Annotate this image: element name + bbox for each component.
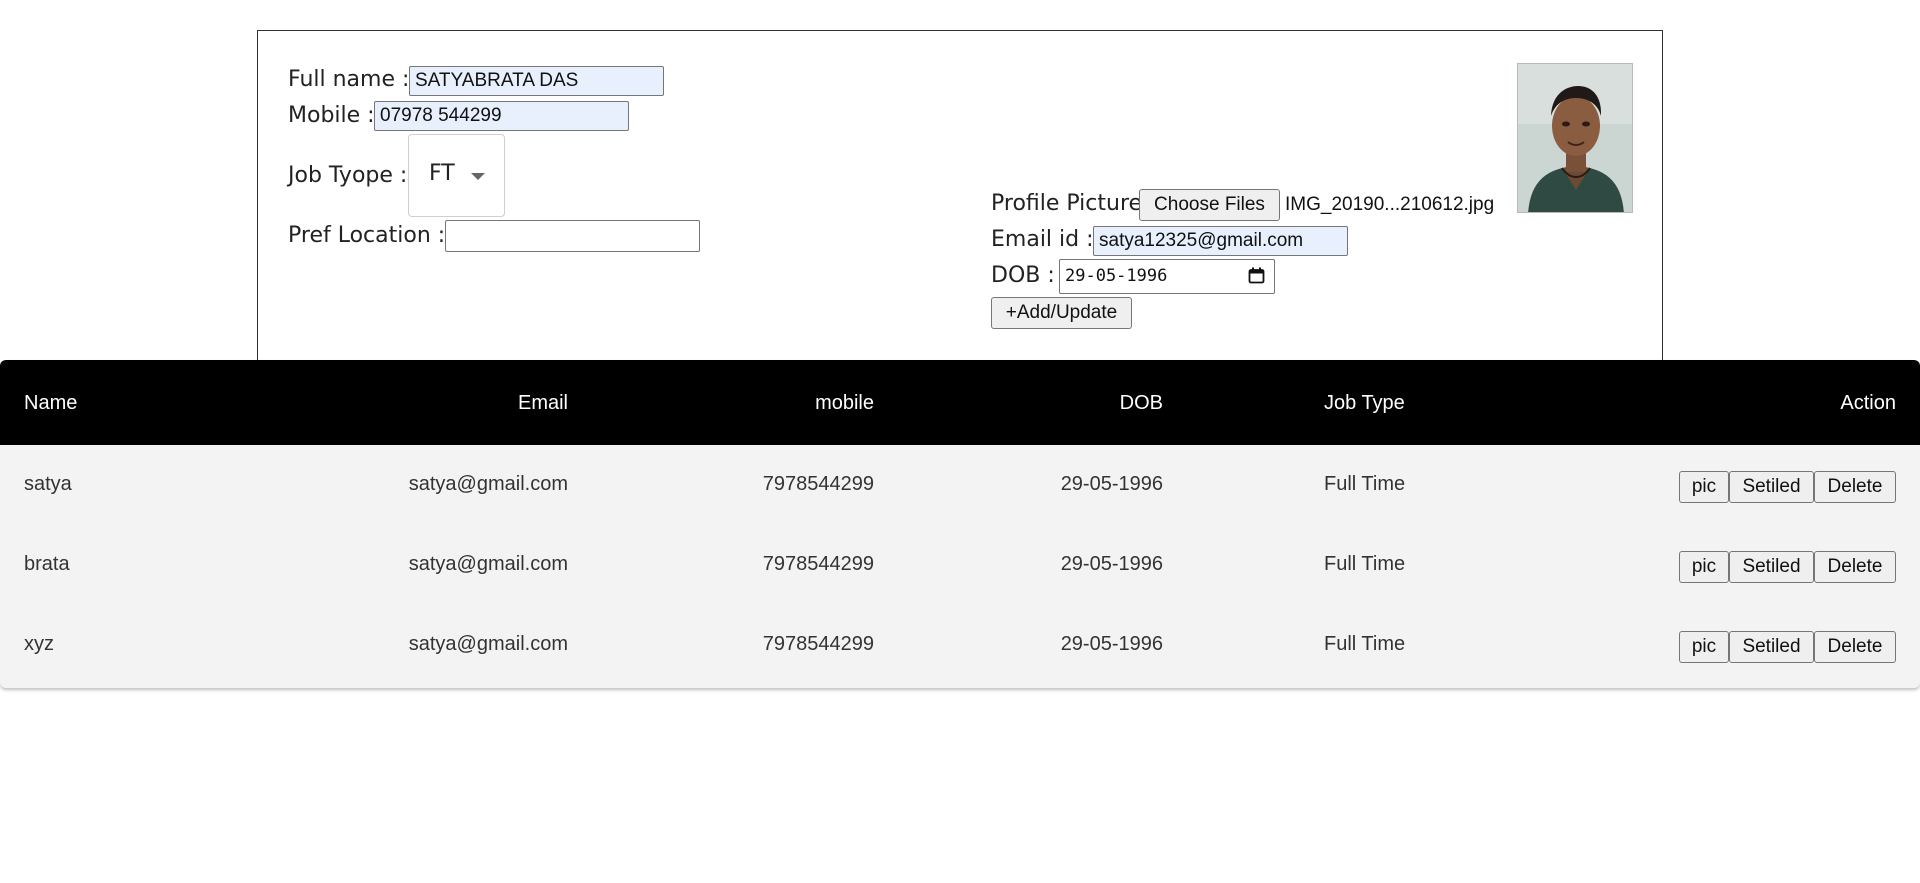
settled-button[interactable]: Setiled	[1729, 471, 1814, 503]
job-type-select[interactable]: FT	[408, 134, 505, 217]
cell-job-type: Full Time	[1324, 633, 1406, 655]
cell-email: satya@gmail.com	[408, 473, 568, 495]
cell-dob: 29-05-1996	[1060, 553, 1163, 575]
cell-name: brata	[24, 553, 70, 575]
employee-form: Full name : SATYABRATA DAS Mobile : 0797…	[257, 30, 1663, 362]
table-row: satya satya@gmail.com 7978544299 29-05-1…	[0, 445, 1920, 525]
delete-button[interactable]: Delete	[1814, 471, 1896, 503]
job-type-label: Job Tyope :	[288, 163, 408, 188]
cell-mobile: 7978544299	[762, 553, 874, 575]
header-job-type: Job Type	[1324, 392, 1405, 414]
cell-email: satya@gmail.com	[408, 633, 568, 655]
pic-button[interactable]: pic	[1679, 471, 1729, 503]
cell-job-type: Full Time	[1324, 553, 1406, 575]
chevron-down-icon	[471, 173, 485, 180]
calendar-icon[interactable]	[1248, 267, 1265, 284]
cell-job-type: Full Time	[1324, 473, 1406, 495]
pic-button[interactable]: pic	[1679, 631, 1729, 663]
cell-dob: 29-05-1996	[1060, 473, 1163, 495]
profile-picture-preview	[1517, 63, 1633, 213]
header-email: Email	[517, 392, 568, 414]
cell-name: xyz	[24, 633, 54, 655]
dob-label: DOB :	[991, 263, 1055, 288]
pic-button[interactable]: pic	[1679, 551, 1729, 583]
delete-button[interactable]: Delete	[1814, 631, 1896, 663]
email-label: Email id :	[991, 227, 1094, 252]
choose-files-button[interactable]: Choose Files	[1139, 189, 1280, 221]
profile-photo-image	[1518, 64, 1632, 212]
delete-button[interactable]: Delete	[1814, 551, 1896, 583]
dob-value: 29-05-1996	[1065, 266, 1168, 286]
pref-location-input[interactable]	[445, 220, 700, 252]
cell-email: satya@gmail.com	[408, 553, 568, 575]
cell-name: satya	[24, 473, 72, 495]
full-name-input[interactable]: SATYABRATA DAS	[409, 66, 664, 96]
header-mobile: mobile	[815, 392, 874, 414]
profile-picture-label: Profile Picture	[991, 191, 1143, 216]
mobile-label: Mobile :	[288, 103, 375, 128]
dob-input[interactable]: 29-05-1996	[1059, 259, 1275, 294]
selected-file-name: IMG_20190...210612.jpg	[1285, 194, 1495, 215]
cell-dob: 29-05-1996	[1060, 633, 1163, 655]
header-action: Action	[1840, 392, 1896, 414]
pref-location-label: Pref Location :	[288, 223, 446, 248]
email-input[interactable]: satya12325@gmail.com	[1093, 226, 1348, 256]
table-row: xyz satya@gmail.com 7978544299 29-05-199…	[0, 605, 1920, 685]
table-row: brata satya@gmail.com 7978544299 29-05-1…	[0, 525, 1920, 605]
header-dob: DOB	[1119, 392, 1163, 414]
cell-mobile: 7978544299	[762, 473, 874, 495]
table-header: Name Email mobile DOB Job Type Action	[0, 360, 1920, 445]
settled-button[interactable]: Setiled	[1729, 551, 1814, 583]
add-update-button[interactable]: +Add/Update	[991, 297, 1132, 329]
employee-table: Name Email mobile DOB Job Type Action sa…	[0, 360, 1920, 688]
cell-mobile: 7978544299	[762, 633, 874, 655]
header-name: Name	[24, 392, 78, 414]
settled-button[interactable]: Setiled	[1729, 631, 1814, 663]
mobile-input[interactable]: 07978 544299	[374, 101, 629, 131]
job-type-selected-value: FT	[429, 161, 455, 186]
full-name-label: Full name :	[288, 67, 410, 92]
